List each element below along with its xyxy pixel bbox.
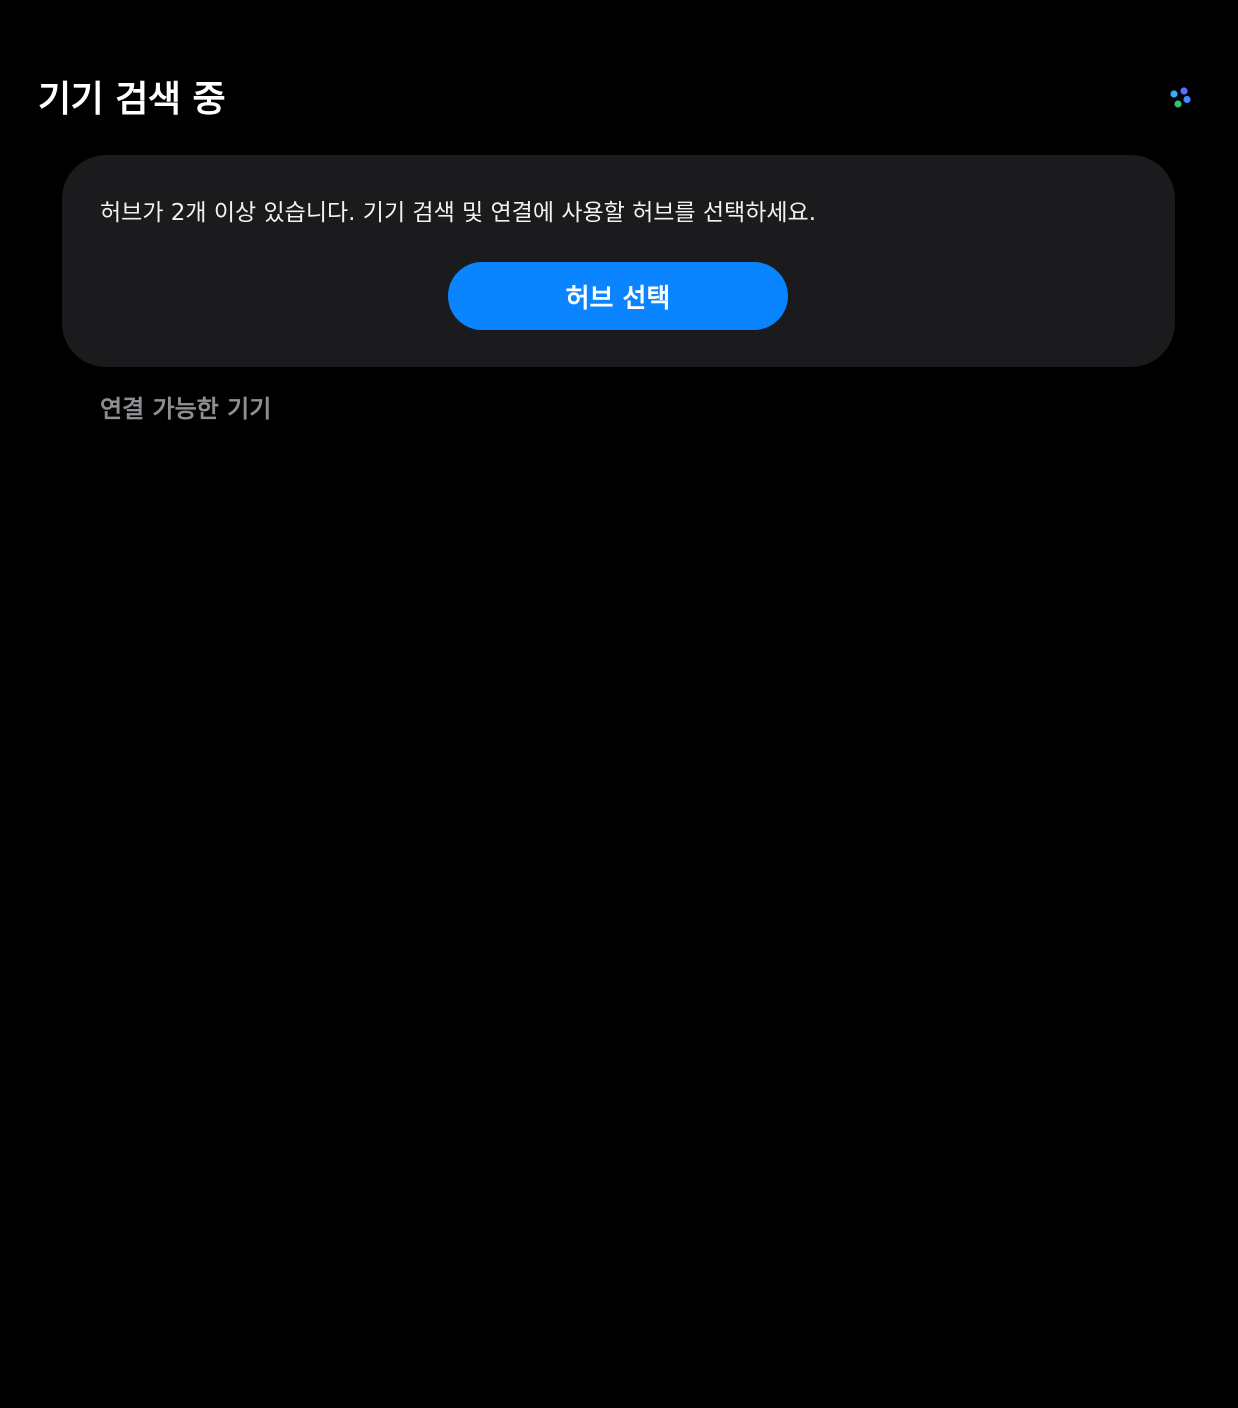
available-devices-header: 연결 가능한 기기	[100, 395, 272, 423]
select-hub-button[interactable]: 허브 선택	[448, 262, 788, 330]
app-header: 기기 검색 중	[0, 0, 1238, 150]
scan-dot-right	[1183, 95, 1191, 104]
page-title: 기기 검색 중	[38, 79, 226, 120]
hub-message: 허브가 2개 이상 있습니다. 기기 검색 및 연결에 사용할 허브를 선택하세…	[100, 200, 817, 226]
scan-dot-top-right	[1180, 87, 1188, 95]
scanning-dots-icon	[1170, 87, 1191, 108]
hub-selection-card: 허브가 2개 이상 있습니다. 기기 검색 및 연결에 사용할 허브를 선택하세…	[62, 155, 1175, 367]
scan-dot-top-left	[1170, 90, 1178, 98]
scan-dot-bottom	[1174, 100, 1182, 108]
